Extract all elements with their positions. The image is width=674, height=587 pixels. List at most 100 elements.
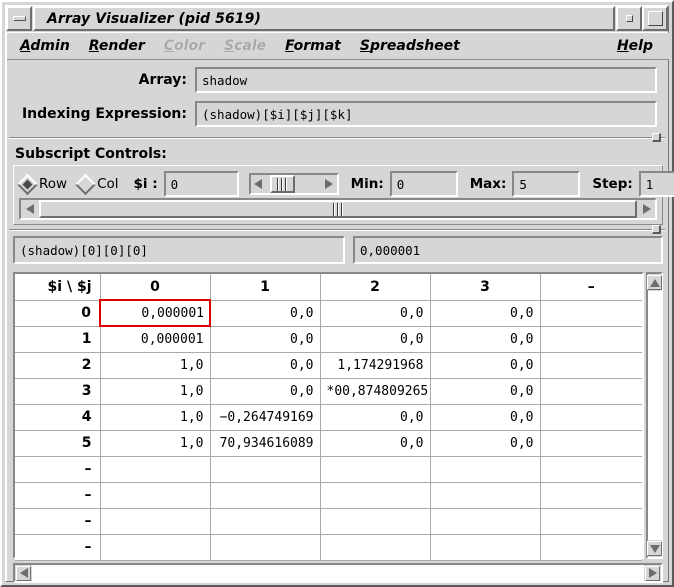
cell-6-1[interactable] xyxy=(210,456,321,483)
cell-2-1[interactable]: 0,0 xyxy=(210,352,321,379)
panel-sash-top[interactable] xyxy=(652,133,661,142)
cell-8-4[interactable] xyxy=(540,508,642,535)
cell-3-4[interactable] xyxy=(540,378,642,405)
cell-9-3[interactable] xyxy=(430,534,541,561)
radio-col-label[interactable]: Col xyxy=(97,176,118,192)
row-header-2[interactable]: 2 xyxy=(15,352,101,379)
cell-reference-input[interactable]: (shadow)[0][0][0] xyxy=(13,236,345,264)
window-restore-button[interactable] xyxy=(616,6,642,31)
cell-0-1[interactable]: 0,0 xyxy=(210,300,321,327)
cell-9-0[interactable] xyxy=(100,534,211,561)
column-header-2[interactable]: 2 xyxy=(320,274,431,301)
cell-2-2[interactable]: 1,174291968 xyxy=(320,352,431,379)
cell-6-2[interactable] xyxy=(320,456,431,483)
row-header-4[interactable]: 4 xyxy=(15,404,101,431)
step-input[interactable]: 1 xyxy=(638,171,674,197)
row-header-6[interactable]: – xyxy=(15,456,101,483)
cell-value-input[interactable]: 0,000001 xyxy=(353,236,663,264)
cell-8-0[interactable] xyxy=(100,508,211,535)
subscript-scrollbar[interactable] xyxy=(248,173,339,195)
row-header-5[interactable]: 5 xyxy=(15,430,101,457)
subscript-index-input[interactable]: 0 xyxy=(163,171,239,197)
spreadsheet-grid[interactable]: $i \ $j 0 1 2 3 – 0 0,000001 0,0 0,0 0,0 xyxy=(13,272,644,561)
min-input[interactable]: 0 xyxy=(389,171,458,197)
cell-0-2[interactable]: 0,0 xyxy=(320,300,431,327)
cell-6-4[interactable] xyxy=(540,456,642,483)
spreadsheet-vertical-scrollbar[interactable] xyxy=(646,272,663,559)
row-header-1[interactable]: 1 xyxy=(15,326,101,353)
cell-0-3[interactable]: 0,0 xyxy=(430,300,541,327)
cell-2-3[interactable]: 0,0 xyxy=(430,352,541,379)
cell-1-1[interactable]: 0,0 xyxy=(210,326,321,353)
column-header-0[interactable]: 0 xyxy=(100,274,211,301)
cell-2-4[interactable] xyxy=(540,352,642,379)
menu-spreadsheet[interactable]: Spreadsheet xyxy=(357,36,476,56)
radio-row-label[interactable]: Row xyxy=(39,176,67,192)
column-header-4[interactable]: – xyxy=(540,274,642,301)
cell-7-0[interactable] xyxy=(100,482,211,509)
row-header-9[interactable]: – xyxy=(15,534,101,561)
cell-9-4[interactable] xyxy=(540,534,642,561)
cell-7-1[interactable] xyxy=(210,482,321,509)
cell-0-0[interactable]: 0,000001 xyxy=(99,299,211,327)
cell-1-0[interactable]: 0,000001 xyxy=(100,326,211,353)
row-header-0[interactable]: 0 xyxy=(15,300,101,327)
scroll-left-button[interactable] xyxy=(16,565,31,581)
subscript-range-scrollbar[interactable] xyxy=(19,198,657,220)
vertical-scroll-trough[interactable] xyxy=(648,291,661,540)
cell-5-3[interactable]: 0,0 xyxy=(430,430,541,457)
cell-2-0[interactable]: 1,0 xyxy=(100,352,211,379)
row-header-3[interactable]: 3 xyxy=(15,378,101,405)
scroll-down-button[interactable] xyxy=(647,541,662,556)
radio-col-indicator[interactable] xyxy=(74,173,97,195)
indexing-expression-input[interactable]: (shadow)[$i][$j][$k] xyxy=(195,101,657,127)
spreadsheet-horizontal-scrollbar[interactable] xyxy=(13,563,663,583)
max-input[interactable]: 5 xyxy=(512,171,581,197)
subscript-scroll-thumb[interactable] xyxy=(269,175,295,193)
cell-4-1[interactable]: −0,264749169 xyxy=(210,404,321,431)
cell-7-2[interactable] xyxy=(320,482,431,509)
cell-5-2[interactable]: 0,0 xyxy=(320,430,431,457)
cell-1-4[interactable] xyxy=(540,326,642,353)
cell-6-3[interactable] xyxy=(430,456,541,483)
cell-5-1[interactable]: 70,934616089 xyxy=(210,430,321,457)
range-scroll-right-button[interactable] xyxy=(639,202,654,217)
cell-5-0[interactable]: 1,0 xyxy=(100,430,211,457)
cell-1-2[interactable]: 0,0 xyxy=(320,326,431,353)
menu-help[interactable]: Help xyxy=(614,36,659,56)
cell-7-3[interactable] xyxy=(430,482,541,509)
range-scroll-left-button[interactable] xyxy=(22,202,37,217)
scroll-right-button[interactable] xyxy=(645,565,660,581)
array-input[interactable]: shadow xyxy=(195,67,657,93)
radio-row-indicator[interactable] xyxy=(16,173,39,195)
cell-8-1[interactable] xyxy=(210,508,321,535)
cell-8-2[interactable] xyxy=(320,508,431,535)
cell-3-3[interactable]: 0,0 xyxy=(430,378,541,405)
cell-8-3[interactable] xyxy=(430,508,541,535)
column-header-1[interactable]: 1 xyxy=(210,274,321,301)
cell-3-2[interactable]: *00,874809265 xyxy=(320,378,431,405)
menu-render[interactable]: Render xyxy=(86,36,161,56)
scroll-up-button[interactable] xyxy=(647,275,662,290)
cell-9-1[interactable] xyxy=(210,534,321,561)
cell-0-4[interactable] xyxy=(540,300,642,327)
horizontal-scroll-trough[interactable] xyxy=(32,565,644,581)
cell-9-2[interactable] xyxy=(320,534,431,561)
cell-3-0[interactable]: 1,0 xyxy=(100,378,211,405)
cell-1-3[interactable]: 0,0 xyxy=(430,326,541,353)
row-header-8[interactable]: – xyxy=(15,508,101,535)
column-header-3[interactable]: 3 xyxy=(430,274,541,301)
cell-4-4[interactable] xyxy=(540,404,642,431)
window-maximize-button[interactable] xyxy=(642,6,668,31)
panel-sash-middle[interactable] xyxy=(652,225,661,234)
menu-admin[interactable]: Admin xyxy=(17,36,86,56)
range-scroll-thumb[interactable] xyxy=(39,200,637,218)
cell-3-1[interactable]: 0,0 xyxy=(210,378,321,405)
cell-5-4[interactable] xyxy=(540,430,642,457)
cell-4-2[interactable]: 0,0 xyxy=(320,404,431,431)
menu-format[interactable]: Format xyxy=(282,36,357,56)
cell-4-3[interactable]: 0,0 xyxy=(430,404,541,431)
cell-7-4[interactable] xyxy=(540,482,642,509)
cell-6-0[interactable] xyxy=(100,456,211,483)
subscript-scroll-left-button[interactable] xyxy=(251,177,266,192)
